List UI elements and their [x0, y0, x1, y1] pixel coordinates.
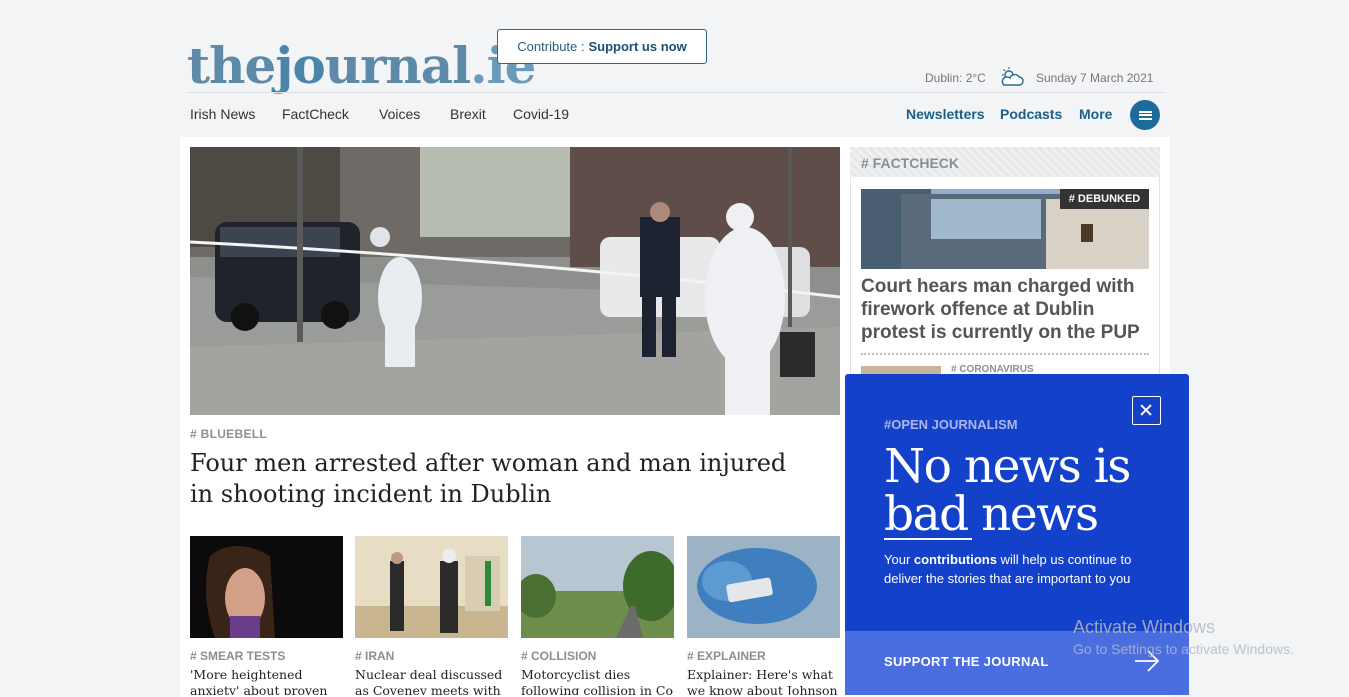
thumb-tag-1[interactable]: # SMEAR TESTS [190, 649, 285, 663]
debunked-badge: # DEBUNKED [1060, 189, 1149, 209]
thumb-image-4[interactable] [687, 536, 840, 638]
weather-cloud-icon [1001, 67, 1024, 86]
thumb-title-2[interactable]: Nuclear deal discussed as Coveney meets … [355, 667, 510, 695]
thumb-image-3[interactable] [521, 536, 674, 638]
support-button[interactable]: SUPPORT THE JOURNAL [884, 654, 1049, 669]
factcheck-title[interactable]: Court hears man charged with firework of… [861, 275, 1151, 344]
popup-underline [884, 538, 972, 540]
thumb-title-1[interactable]: 'More heightened anxiety' about proven c… [190, 667, 345, 695]
nav-newsletters[interactable]: Newsletters [906, 106, 985, 122]
contribute-cta: Support us now [588, 39, 687, 54]
nav-factcheck[interactable]: FactCheck [282, 106, 349, 122]
nav-podcasts[interactable]: Podcasts [1000, 106, 1062, 122]
popup-tag: #OPEN JOURNALISM [884, 417, 1018, 432]
factcheck-divider [861, 353, 1149, 355]
thumb-tag-4[interactable]: # EXPLAINER [687, 649, 766, 663]
popup-headline: No news is bad news [884, 443, 1164, 539]
nav-irish-news[interactable]: Irish News [190, 106, 255, 122]
logo-urnal: urnal [324, 36, 471, 95]
factcheck-label[interactable]: # FACTCHECK [861, 155, 959, 171]
thumb-image-2[interactable] [355, 536, 508, 638]
activate-windows-title: Activate Windows [1073, 617, 1216, 637]
logo-j: j [275, 36, 293, 95]
activate-windows-subtitle: Go to Settings to activate Windows. [1073, 641, 1294, 657]
nav-covid-19[interactable]: Covid-19 [513, 106, 569, 122]
popup-headline-line2: bad news [884, 487, 1099, 542]
nav-more[interactable]: More [1079, 106, 1112, 122]
contribute-button[interactable]: Contribute : Support us now [497, 29, 707, 64]
contribute-prefix: Contribute : [517, 39, 585, 54]
thumb-tag-3[interactable]: # COLLISION [521, 649, 596, 663]
main-headline[interactable]: Four men arrested after woman and man in… [190, 448, 790, 510]
popup-headline-line1: No news is [884, 439, 1131, 494]
nav-voices[interactable]: Voices [379, 106, 420, 122]
thumb-tag-2[interactable]: # IRAN [355, 649, 394, 663]
logo-the: the [187, 36, 276, 95]
thumb-title-4[interactable]: Explainer: Here's what we know about Joh… [687, 667, 842, 695]
site-logo[interactable]: thejournal.ie [187, 36, 536, 95]
close-icon[interactable] [1132, 396, 1161, 425]
thumb-image-1[interactable] [190, 536, 343, 638]
factcheck-box [850, 147, 1160, 397]
hamburger-icon [1138, 109, 1152, 121]
weather-text: Dublin: 2°C [925, 71, 986, 85]
date-text: Sunday 7 March 2021 [1036, 71, 1154, 85]
popup-text-1: Your [884, 552, 914, 567]
header-divider [187, 92, 1165, 93]
popup-text: Your contributions will help us continue… [884, 550, 1134, 588]
main-tag[interactable]: # BLUEBELL [190, 427, 267, 441]
hero-image[interactable] [190, 147, 840, 415]
logo-o: o [292, 36, 325, 95]
popup-text-bold: contributions [913, 552, 997, 567]
nav-brexit[interactable]: Brexit [450, 106, 486, 122]
thumb-title-3[interactable]: Motorcyclist dies following collision in… [521, 667, 676, 695]
menu-button[interactable] [1130, 100, 1160, 130]
